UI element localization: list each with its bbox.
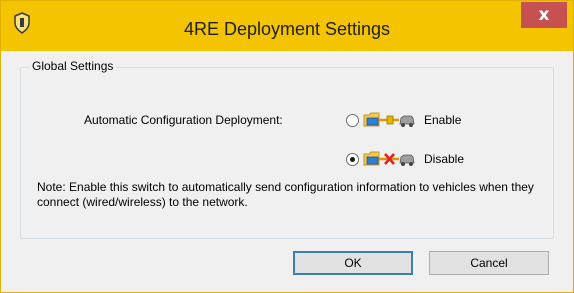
dialog-window: 4RE Deployment Settings x Global Setting…: [0, 0, 574, 293]
ok-button[interactable]: OK: [293, 251, 413, 275]
title-bar[interactable]: 4RE Deployment Settings x: [1, 1, 573, 51]
dialog-content: Global Settings Automatic Configuration …: [9, 51, 565, 284]
cancel-button[interactable]: Cancel: [429, 251, 549, 275]
group-legend: Global Settings: [29, 59, 117, 73]
enable-label: Enable: [424, 113, 462, 127]
auto-config-label: Automatic Configuration Deployment:: [84, 113, 283, 127]
deployment-disconnected-icon: [363, 151, 415, 166]
disable-radio[interactable]: [346, 153, 359, 166]
close-button[interactable]: x: [521, 2, 567, 28]
deployment-connected-icon: [363, 112, 415, 127]
enable-radio[interactable]: [346, 114, 359, 127]
note-text: Note: Enable this switch to automaticall…: [37, 180, 534, 209]
global-settings-group: Global Settings Automatic Configuration …: [20, 59, 554, 239]
close-icon: x: [538, 5, 550, 25]
disable-label: Disable: [424, 152, 465, 166]
window-title: 4RE Deployment Settings: [183, 19, 391, 39]
